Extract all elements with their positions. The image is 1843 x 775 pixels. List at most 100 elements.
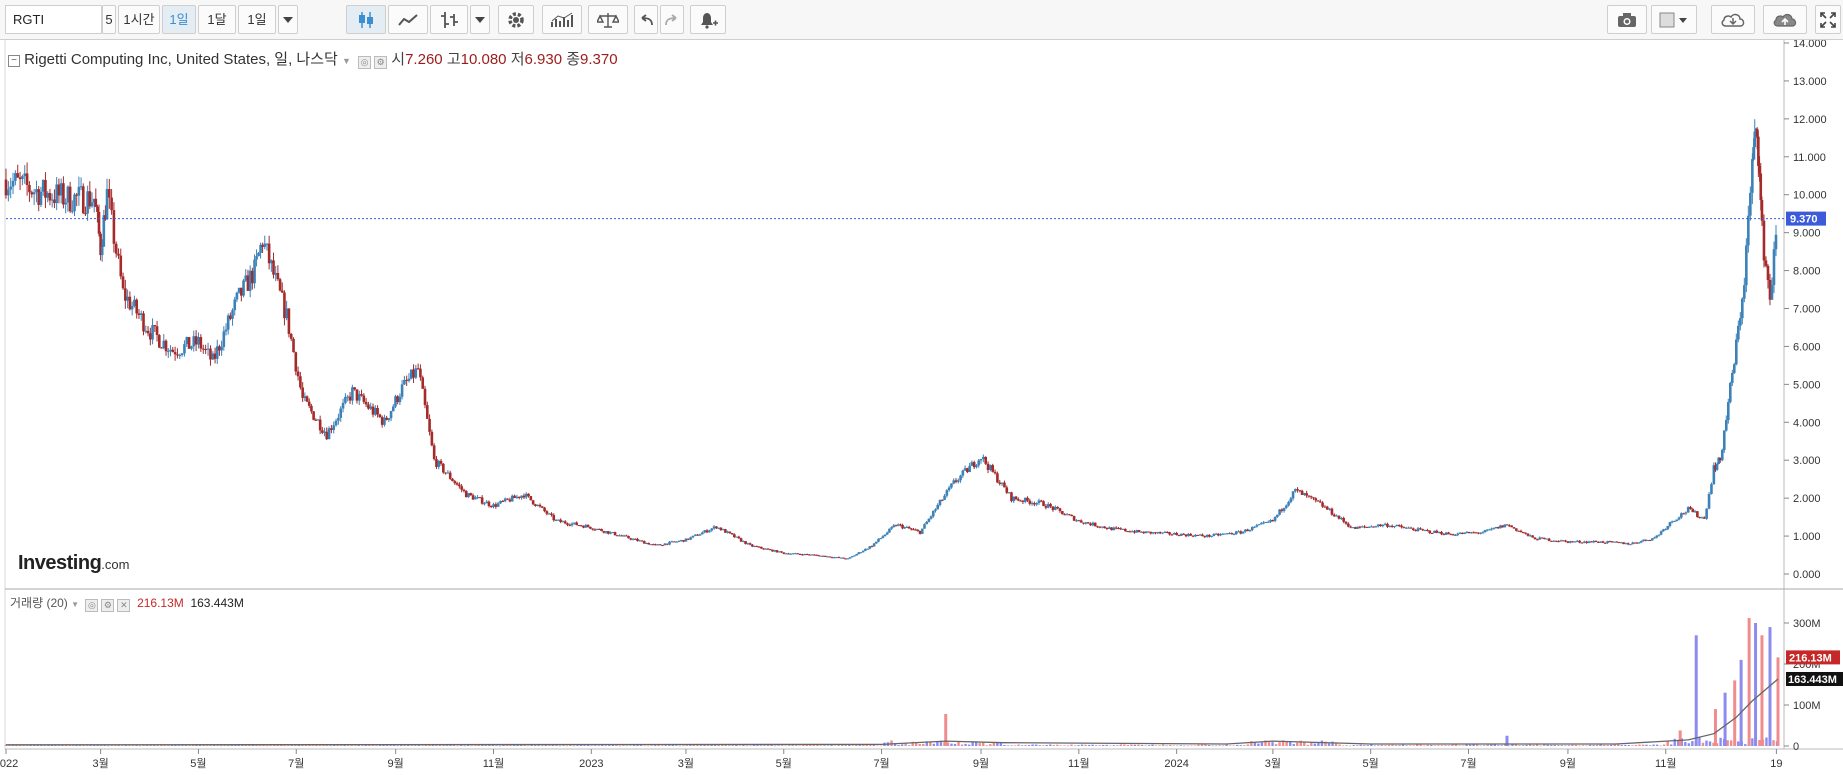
candle-body bbox=[1388, 525, 1392, 527]
load-chart-button[interactable] bbox=[1711, 5, 1755, 34]
candle-body bbox=[1470, 532, 1473, 534]
candle-body bbox=[1559, 540, 1563, 542]
interval-dropdown-button[interactable] bbox=[278, 5, 298, 34]
candle-body bbox=[698, 534, 702, 536]
candle-body bbox=[121, 276, 125, 289]
candle-body bbox=[705, 530, 709, 533]
line-type-button[interactable] bbox=[388, 5, 428, 34]
candle-body bbox=[1154, 532, 1157, 534]
candle-body bbox=[55, 184, 58, 204]
candle-body bbox=[105, 189, 109, 220]
volume-bar bbox=[1458, 745, 1461, 747]
candle-body bbox=[1726, 402, 1730, 421]
gear-icon[interactable]: ⚙ bbox=[101, 599, 115, 612]
candle-body bbox=[487, 501, 491, 506]
candle-body bbox=[538, 504, 542, 507]
volume-bar bbox=[287, 745, 290, 746]
candle-body bbox=[1112, 527, 1116, 531]
volume-bar bbox=[1359, 744, 1362, 746]
layout-button[interactable] bbox=[1651, 5, 1697, 34]
collapse-icon[interactable]: − bbox=[8, 55, 20, 67]
eye-icon[interactable]: ◎ bbox=[85, 599, 99, 612]
chart-area[interactable]: 0.000 1.000 2.000 3.000 4.000 5.000 6.000 7.000… bbox=[0, 40, 1843, 775]
volume-bar bbox=[1405, 745, 1408, 747]
candle-body bbox=[1239, 531, 1243, 534]
candle-body bbox=[1246, 529, 1249, 532]
volume-bar bbox=[1461, 745, 1465, 747]
candle-body bbox=[1414, 529, 1417, 532]
interval-5-button[interactable]: 5 bbox=[102, 5, 116, 34]
gear-icon[interactable]: ⚙ bbox=[374, 56, 388, 69]
settings-button[interactable] bbox=[498, 5, 534, 34]
candle-body bbox=[149, 333, 152, 340]
candle-body bbox=[848, 557, 852, 559]
candle-body bbox=[591, 528, 594, 530]
candle-body bbox=[1266, 521, 1270, 523]
open-value: 7.260 bbox=[405, 51, 443, 68]
chevron-down-icon[interactable]: ▼ bbox=[71, 600, 79, 609]
candle-body bbox=[1084, 522, 1088, 524]
candle-body bbox=[1163, 531, 1167, 533]
chevron-down-icon[interactable]: ▼ bbox=[342, 56, 351, 66]
save-chart-button[interactable] bbox=[1763, 5, 1807, 34]
redo-button[interactable] bbox=[660, 5, 684, 34]
instrument-title[interactable]: Rigetti Computing Inc, United States, 일,… bbox=[24, 51, 338, 68]
candle-body bbox=[1221, 533, 1225, 535]
eye-icon[interactable]: ◎ bbox=[358, 56, 372, 69]
bar-type-button[interactable] bbox=[430, 5, 468, 34]
candle-body bbox=[183, 344, 186, 354]
candle-body bbox=[1707, 493, 1711, 509]
volume-bar bbox=[1430, 745, 1433, 746]
candle-body bbox=[1524, 532, 1527, 534]
volume-bar bbox=[1472, 744, 1475, 746]
interval-1d-alt-button[interactable]: 1일 bbox=[238, 5, 276, 34]
candle-body bbox=[805, 554, 809, 556]
alert-button[interactable] bbox=[690, 5, 726, 34]
interval-1m-button[interactable]: 1달 bbox=[198, 5, 236, 34]
volume-bar bbox=[1239, 745, 1242, 746]
fullscreen-button[interactable] bbox=[1815, 5, 1841, 34]
price-y-tick-label: 0.000 bbox=[1793, 569, 1821, 581]
volume-bar bbox=[777, 745, 780, 746]
volume-bar bbox=[1662, 744, 1666, 746]
close-icon[interactable]: ✕ bbox=[117, 599, 131, 612]
undo-button[interactable] bbox=[634, 5, 658, 34]
candle-body bbox=[1686, 507, 1690, 513]
candle-body bbox=[41, 179, 45, 192]
screenshot-button[interactable] bbox=[1607, 5, 1647, 34]
candle-body bbox=[467, 493, 470, 498]
candle-body bbox=[439, 460, 443, 464]
volume-title[interactable]: 거래량 (20) bbox=[10, 596, 68, 610]
candle-body bbox=[1014, 496, 1018, 500]
candle-body bbox=[998, 482, 1002, 484]
candle-body bbox=[1158, 532, 1162, 534]
volume-bar bbox=[1140, 744, 1144, 746]
candlestick-type-button[interactable] bbox=[346, 5, 386, 34]
candle-body bbox=[1144, 531, 1148, 534]
candle-body bbox=[1072, 516, 1076, 521]
interval-1h-button[interactable]: 1시간 bbox=[118, 5, 160, 34]
chart-type-dropdown-button[interactable] bbox=[470, 5, 490, 34]
candle-body bbox=[855, 554, 858, 556]
compare-button[interactable] bbox=[588, 5, 628, 34]
volume-bar bbox=[1327, 743, 1331, 746]
volume-bar bbox=[1161, 744, 1165, 746]
candle-body bbox=[1372, 526, 1375, 528]
candle-body bbox=[975, 465, 978, 468]
candle-body bbox=[582, 525, 585, 528]
candle-body bbox=[875, 541, 878, 544]
volume-bar bbox=[1112, 745, 1115, 746]
volume-spike-bar bbox=[1739, 659, 1743, 746]
candle-body bbox=[1505, 524, 1509, 526]
candle-body bbox=[810, 554, 814, 556]
indicators-button[interactable] bbox=[542, 5, 582, 34]
x-tick-label: 7월 bbox=[1460, 757, 1476, 770]
candle-body bbox=[1096, 526, 1099, 528]
candle-body bbox=[540, 506, 544, 508]
volume-bar bbox=[1200, 744, 1204, 746]
symbol-input[interactable] bbox=[5, 5, 102, 34]
candle-body bbox=[803, 554, 807, 556]
volume-bar bbox=[1553, 744, 1556, 746]
interval-1d-button[interactable]: 1일 bbox=[162, 5, 196, 34]
candle-body bbox=[412, 369, 415, 378]
